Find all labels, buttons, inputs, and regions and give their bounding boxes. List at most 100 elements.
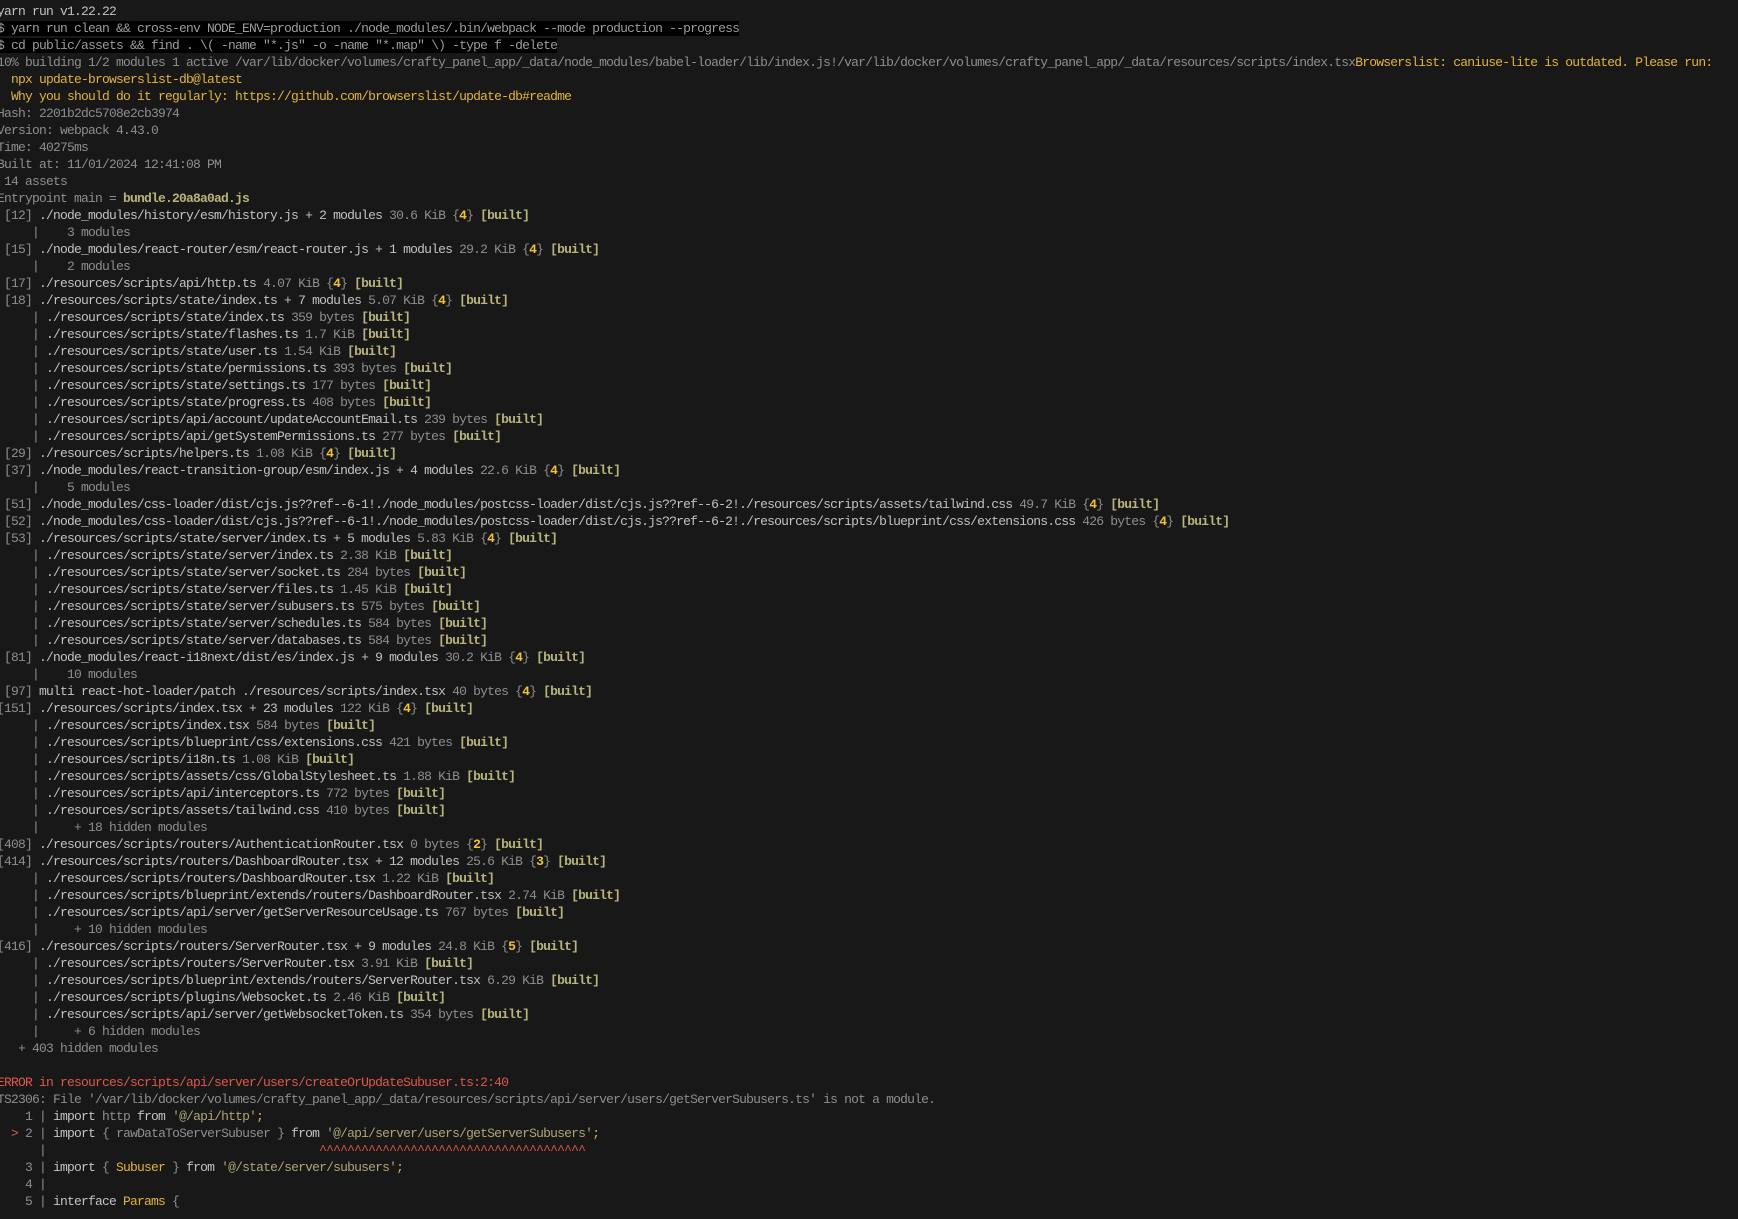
terminal-text: 284 bytes: [347, 565, 418, 580]
built-status: [built]: [550, 242, 600, 257]
terminal-text: 408 bytes: [312, 395, 383, 410]
terminal-text: | 3 modules: [0, 225, 131, 240]
terminal-line: [53] ./resources/scripts/state/server/in…: [0, 530, 1738, 547]
module-path: ./node_modules/react-router/esm/react-ro…: [39, 242, 460, 257]
terminal-line: | ./resources/scripts/assets/css/GlobalS…: [0, 768, 1738, 785]
module-path: ./resources/scripts/routers/ServerRouter…: [39, 939, 439, 954]
terminal-text: 6.29 KiB: [487, 973, 551, 988]
terminal-text: [18]: [0, 293, 40, 308]
terminal-text: {: [172, 1194, 180, 1209]
line-gutter: 4 |: [0, 1177, 54, 1192]
terminal-text: |: [0, 956, 47, 971]
terminal-line: Hash: 2201b2dc5708e2cb3974: [0, 105, 1738, 122]
terminal-line: | ./resources/scripts/state/flashes.ts 1…: [0, 326, 1738, 343]
terminal-text: |: [0, 990, 47, 1005]
terminal-text: }: [529, 684, 544, 699]
error-pointer-icon: >: [11, 1126, 26, 1141]
terminal-text: |: [0, 871, 47, 886]
built-status: [built]: [305, 752, 355, 767]
terminal-text: [52]: [0, 514, 40, 529]
terminal-text: |: [0, 548, 47, 563]
terminal-line: | ./resources/scripts/assets/tailwind.cs…: [0, 802, 1738, 819]
terminal-text: }: [445, 293, 460, 308]
terminal-line: | ./resources/scripts/i18n.ts 1.08 KiB […: [0, 751, 1738, 768]
terminal-text: [15]: [0, 242, 40, 257]
built-status: [built]: [361, 310, 411, 325]
terminal-line: | ./resources/scripts/state/server/files…: [0, 581, 1738, 598]
terminal-line: | ^^^^^^^^^^^^^^^^^^^^^^^^^^^^^^^^^^^^^^: [0, 1142, 1738, 1159]
terminal-text: + 403 hidden modules: [0, 1041, 159, 1056]
terminal-line: | ./resources/scripts/api/account/update…: [0, 411, 1738, 428]
module-path: interface: [53, 1194, 124, 1209]
built-status: [built]: [529, 939, 579, 954]
terminal-text: |: [0, 582, 47, 597]
built-status: [built]: [508, 531, 558, 546]
module-path: ./node_modules/react-i18next/dist/es/ind…: [39, 650, 446, 665]
terminal-text: 359 bytes: [291, 310, 362, 325]
terminal-text: 277 bytes: [382, 429, 453, 444]
terminal-text: [81]: [0, 650, 40, 665]
terminal-line: | ./resources/scripts/state/user.ts 1.54…: [0, 343, 1738, 360]
module-path: ./resources/scripts/routers/DashboardRou…: [39, 854, 467, 869]
terminal-text: 40 bytes {: [452, 684, 523, 699]
terminal-line: [29] ./resources/scripts/helpers.ts 1.08…: [0, 445, 1738, 462]
terminal-line: | ./resources/scripts/index.tsx 584 byte…: [0, 717, 1738, 734]
terminal-text: |: [0, 565, 47, 580]
terminal-text: 2.38 KiB: [340, 548, 404, 563]
command-text: $ yarn run clean && cross-env NODE_ENV=p…: [0, 21, 740, 36]
terminal-text: [151]: [0, 701, 40, 716]
terminal-line: | ./resources/scripts/state/server/subus…: [0, 598, 1738, 615]
terminal-line: Why you should do it regularly: https://…: [0, 88, 1738, 105]
terminal-text: 5.83 KiB {: [417, 531, 488, 546]
module-path: ./resources/scripts/api/account/updateAc…: [46, 412, 425, 427]
highlighted-token: ;: [256, 1109, 264, 1124]
terminal-text: 393 bytes: [333, 361, 404, 376]
line-gutter: |: [0, 1143, 54, 1158]
terminal-text: 1.08 KiB: [242, 752, 306, 767]
error-text: ERROR in resources/scripts/api/server/us…: [0, 1075, 509, 1090]
terminal-line: [37] ./node_modules/react-transition-gro…: [0, 462, 1738, 479]
module-path: ./resources/scripts/state/user.ts: [46, 344, 285, 359]
line-gutter: [0, 1126, 11, 1141]
terminal-text: 584 bytes: [368, 616, 439, 631]
terminal-text: }: [1096, 497, 1111, 512]
warning-text: Browserslist: caniuse-lite is outdated. …: [1355, 55, 1713, 70]
terminal-text: 25.6 KiB {: [466, 854, 537, 869]
terminal-text: |: [0, 395, 47, 410]
terminal-line: 14 assets: [0, 173, 1738, 190]
terminal-output[interactable]: yarn run v1.22.22 $ yarn run clean && cro…: [0, 3, 1738, 1219]
terminal-text: | 10 modules: [0, 667, 138, 682]
terminal-text: 426 bytes {: [1082, 514, 1160, 529]
module-path: ./resources/scripts/state/settings.ts: [46, 378, 313, 393]
terminal-text: 2.74 KiB: [508, 888, 572, 903]
module-path: ./node_modules/react-transition-group/es…: [39, 463, 481, 478]
built-status: [built]: [515, 905, 565, 920]
terminal-text: }: [494, 531, 509, 546]
module-path: ./resources/scripts/i18n.ts: [46, 752, 243, 767]
module-path: ./resources/scripts/assets/css/GlobalSty…: [46, 769, 404, 784]
module-path: yarn run v1.22.22: [0, 4, 117, 19]
terminal-text: |: [0, 752, 47, 767]
module-path: ./resources/scripts/routers/DashboardRou…: [46, 871, 383, 886]
built-status: [built]: [445, 871, 495, 886]
terminal-line: [416] ./resources/scripts/routers/Server…: [0, 938, 1738, 955]
terminal-line: 10% building 1/2 modules 1 active /var/l…: [0, 54, 1738, 71]
built-status: [built]: [480, 1007, 530, 1022]
terminal-text: |: [0, 973, 47, 988]
terminal-text: Built at: 11/01/2024 12:41:08 PM: [0, 157, 222, 172]
terminal-text: |: [0, 327, 47, 342]
terminal-text: }: [410, 701, 425, 716]
module-path: ./node_modules/css-loader/dist/cjs.js??r…: [39, 514, 1083, 529]
highlighted-token: Subuser: [116, 1160, 173, 1175]
built-status: [built]: [403, 582, 453, 597]
terminal-text: 30.2 KiB {: [445, 650, 516, 665]
terminal-text: Version: webpack 4.43.0: [0, 123, 159, 138]
terminal-text: }: [333, 446, 348, 461]
terminal-text: | + 10 hidden modules: [0, 922, 208, 937]
terminal-text: Entrypoint main =: [0, 191, 124, 206]
terminal-text: 767 bytes: [445, 905, 516, 920]
built-status: [built]: [424, 956, 474, 971]
module-path: ./node_modules/css-loader/dist/cjs.js??r…: [39, 497, 1020, 512]
terminal-text: { rawDataToServerSubuser }: [102, 1126, 292, 1141]
terminal-text: http: [102, 1109, 138, 1124]
